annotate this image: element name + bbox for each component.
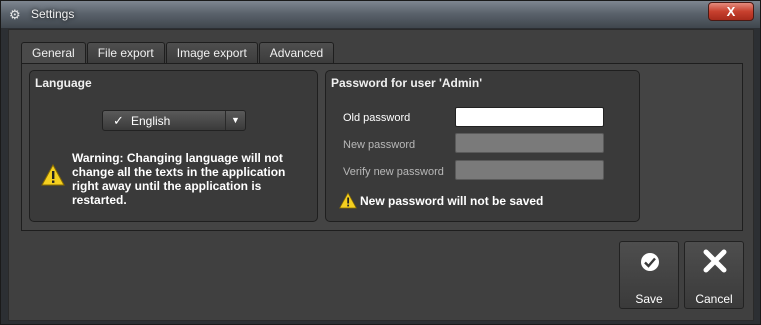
close-button[interactable]: X xyxy=(708,2,754,21)
password-warning-text: New password will not be saved xyxy=(360,194,544,208)
old-password-label: Old password xyxy=(343,112,411,124)
tab-general[interactable]: General xyxy=(21,42,86,63)
cancel-button-label: Cancel xyxy=(695,292,733,306)
gear-icon: ⚙ xyxy=(9,7,21,22)
verify-password-field xyxy=(455,160,604,180)
save-button[interactable]: Save xyxy=(619,241,679,309)
save-button-label: Save xyxy=(635,292,663,306)
tab-advanced[interactable]: Advanced xyxy=(258,42,335,63)
old-password-field[interactable] xyxy=(455,107,604,127)
tab-file-export[interactable]: File export xyxy=(86,42,165,63)
check-circle-icon xyxy=(641,253,659,271)
settings-window: ⚙ Settings X General File export Image e… xyxy=(0,0,761,325)
client-area: General File export Image export Advance… xyxy=(8,29,754,321)
new-password-field xyxy=(455,133,604,153)
language-group: Language ✓ English ▼ Warning: Changing l… xyxy=(29,70,318,222)
check-icon: ✓ xyxy=(113,113,124,128)
verify-password-label: Verify new password xyxy=(343,166,444,178)
warning-icon xyxy=(41,164,65,186)
general-tab-panel: Language ✓ English ▼ Warning: Changing l… xyxy=(21,63,743,231)
chevron-down-icon[interactable]: ▼ xyxy=(225,111,245,130)
window-title: Settings xyxy=(31,7,75,21)
language-warning-text: Warning: Changing language will not chan… xyxy=(72,151,286,207)
password-group: Password for user 'Admin' Old password N… xyxy=(325,70,640,222)
close-icon xyxy=(703,249,727,273)
tab-strip: General File export Image export Advance… xyxy=(21,42,335,63)
close-icon: X xyxy=(726,4,736,19)
new-password-label: New password xyxy=(343,139,416,151)
password-group-title: Password for user 'Admin' xyxy=(331,76,483,90)
cancel-button[interactable]: Cancel xyxy=(684,241,744,309)
title-bar[interactable]: ⚙ Settings X xyxy=(1,1,760,28)
tab-image-export[interactable]: Image export xyxy=(165,42,258,63)
warning-icon xyxy=(339,192,357,209)
language-selected-value: English xyxy=(131,114,171,128)
language-dropdown[interactable]: ✓ English ▼ xyxy=(102,110,246,131)
language-group-title: Language xyxy=(35,76,92,90)
